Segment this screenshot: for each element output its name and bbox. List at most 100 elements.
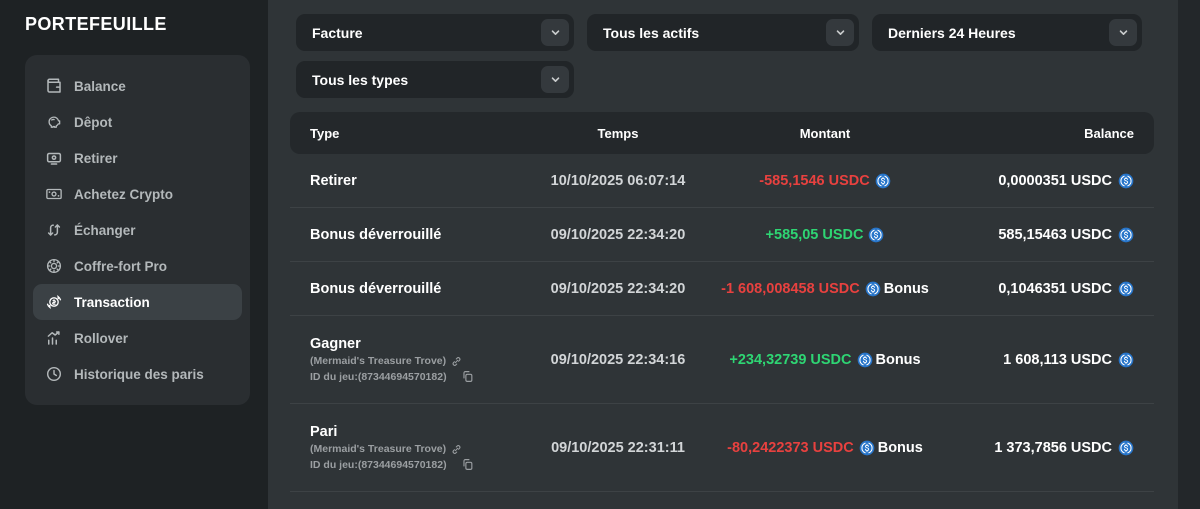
transaction-balance-cell: 585,15463 USDC: [944, 227, 1134, 243]
sidebar-item-deposit[interactable]: Dêpot: [33, 104, 242, 140]
usdc-icon: [1118, 352, 1134, 368]
sidebar-item-label: Achetez Crypto: [74, 187, 173, 202]
transaction-amount-cell: -1 608,008458 USDC Bonus: [706, 281, 944, 297]
game-id: ID du jeu:(87344694570182): [310, 371, 447, 383]
transaction-type: Bonus déverrouillé: [310, 227, 530, 243]
sidebar-item-label: Retirer: [74, 151, 118, 166]
usdc-icon: [859, 440, 875, 456]
bonus-tag: Bonus: [878, 440, 923, 456]
sidebar-item-label: Historique des paris: [74, 367, 204, 382]
sidebar-item-transaction[interactable]: Transaction: [33, 284, 242, 320]
transactions-table: Type Temps Montant Balance Retirer10/10/…: [290, 112, 1154, 492]
chevron-down-icon[interactable]: [541, 19, 569, 46]
sidebar-item-vault-pro[interactable]: Coffre-fort Pro: [33, 248, 242, 284]
sidebar-item-label: Échanger: [74, 223, 136, 238]
game-id-line: ID du jeu:(87344694570182): [310, 370, 530, 383]
chevron-down-icon[interactable]: [541, 66, 569, 93]
transaction-row: Pari (Mermaid's Treasure Trove) ID du jeu:…: [290, 404, 1154, 492]
game-name-line: (Mermaid's Treasure Trove): [310, 443, 530, 455]
filter-assets-value: Tous les actifs: [603, 25, 699, 41]
transaction-balance: 1 373,7856 USDC: [994, 440, 1112, 456]
bonus-tag: Bonus: [884, 281, 929, 297]
page-title: PORTEFEUILLE: [25, 14, 268, 35]
transaction-type-cell: Bonus déverrouillé: [310, 227, 530, 243]
transaction-type: Pari: [310, 424, 530, 440]
header-balance: Balance: [944, 126, 1134, 141]
link-icon[interactable]: [451, 444, 462, 455]
game-id-line: ID du jeu:(87344694570182): [310, 458, 530, 471]
transaction-time: 09/10/2025 22:34:20: [530, 281, 706, 297]
transaction-balance: 1 608,113 USDC: [1003, 352, 1112, 368]
clock-icon: [45, 365, 63, 383]
right-gutter: [1178, 0, 1200, 509]
transaction-amount: -1 608,008458 USDC: [721, 281, 860, 297]
transaction-type-cell: Bonus déverrouillé: [310, 281, 530, 297]
sidebar-item-label: Dêpot: [74, 115, 112, 130]
transaction-amount-cell: -585,1546 USDC: [706, 173, 944, 189]
sidebar-item-label: Rollover: [74, 331, 128, 346]
table-body: Retirer10/10/2025 06:07:14-585,1546 USDC…: [290, 154, 1154, 492]
transaction-time: 09/10/2025 22:34:20: [530, 227, 706, 243]
sidebar-item-label: Balance: [74, 79, 126, 94]
sidebar-item-buy-crypto[interactable]: Achetez Crypto: [33, 176, 242, 212]
sidebar-item-withdraw[interactable]: Retirer: [33, 140, 242, 176]
wallet-icon: [45, 77, 63, 95]
link-icon[interactable]: [451, 356, 462, 367]
usdc-icon: [865, 281, 881, 297]
usdc-icon: [1118, 227, 1134, 243]
sidebar-item-swap[interactable]: Échanger: [33, 212, 242, 248]
filter-period-value: Derniers 24 Heures: [888, 25, 1016, 41]
filter-invoice-value: Facture: [312, 25, 363, 41]
transaction-time: 10/10/2025 06:07:14: [530, 173, 706, 189]
buy-crypto-icon: [45, 185, 63, 203]
copy-icon[interactable]: [461, 370, 474, 383]
copy-icon[interactable]: [461, 458, 474, 471]
transaction-row: Bonus déverrouillé09/10/2025 22:34:20-1 …: [290, 262, 1154, 316]
filter-types-value: Tous les types: [312, 72, 408, 88]
transaction-type: Gagner: [310, 336, 530, 352]
usdc-icon: [857, 352, 873, 368]
game-id: ID du jeu:(87344694570182): [310, 459, 447, 471]
filter-invoice-dropdown[interactable]: Facture: [296, 14, 574, 51]
filter-period-dropdown[interactable]: Derniers 24 Heures: [872, 14, 1142, 51]
game-name-line: (Mermaid's Treasure Trove): [310, 355, 530, 367]
transaction-balance-cell: 1 373,7856 USDC: [944, 440, 1134, 456]
piggy-bank-icon: [45, 113, 63, 131]
transaction-balance-cell: 1 608,113 USDC: [944, 352, 1134, 368]
transaction-amount-cell: +234,32739 USDCBonus: [706, 352, 944, 368]
transaction-row: Bonus déverrouillé09/10/2025 22:34:20 +58…: [290, 208, 1154, 262]
filters-bar: Facture Tous les actifs Derniers 24 Heur…: [296, 14, 1144, 98]
transaction-balance: 0,0000351 USDC: [998, 173, 1112, 189]
header-amount: Montant: [706, 126, 944, 141]
transaction-icon: [45, 293, 63, 311]
game-name: (Mermaid's Treasure Trove): [310, 355, 446, 367]
sidebar-item-balance[interactable]: Balance: [33, 68, 242, 104]
sidebar-item-label: Coffre-fort Pro: [74, 259, 167, 274]
transaction-amount: -585,1546 USDC: [759, 173, 869, 189]
transaction-balance-cell: 0,0000351 USDC: [944, 173, 1134, 189]
transaction-time: 09/10/2025 22:34:16: [530, 352, 706, 368]
usdc-icon: [1118, 173, 1134, 189]
usdc-icon: [1118, 281, 1134, 297]
withdraw-icon: [45, 149, 63, 167]
transaction-amount-cell: -80,2422373 USDCBonus: [706, 440, 944, 456]
transaction-amount-cell: +585,05 USDC: [706, 227, 944, 243]
sidebar: PORTEFEUILLE Balance Dêpot Retirer Achetez …: [0, 0, 268, 509]
sidebar-item-label: Transaction: [74, 295, 150, 310]
transaction-balance: 0,1046351 USDC: [998, 281, 1112, 297]
sidebar-item-bet-history[interactable]: Historique des paris: [33, 356, 242, 392]
filter-types-dropdown[interactable]: Tous les types: [296, 61, 574, 98]
chevron-down-icon[interactable]: [826, 19, 854, 46]
transaction-type: Bonus déverrouillé: [310, 281, 530, 297]
game-name: (Mermaid's Treasure Trove): [310, 443, 446, 455]
transaction-type-cell: Gagner (Mermaid's Treasure Trove) ID du je…: [310, 336, 530, 383]
transaction-balance: 585,15463 USDC: [998, 227, 1112, 243]
sidebar-item-rollover[interactable]: Rollover: [33, 320, 242, 356]
transaction-amount: +585,05 USDC: [766, 227, 864, 243]
transaction-time: 09/10/2025 22:31:11: [530, 440, 706, 456]
transaction-amount: +234,32739 USDC: [729, 352, 851, 368]
chevron-down-icon[interactable]: [1109, 19, 1137, 46]
filter-assets-dropdown[interactable]: Tous les actifs: [587, 14, 859, 51]
usdc-icon: [1118, 440, 1134, 456]
transaction-balance-cell: 0,1046351 USDC: [944, 281, 1134, 297]
